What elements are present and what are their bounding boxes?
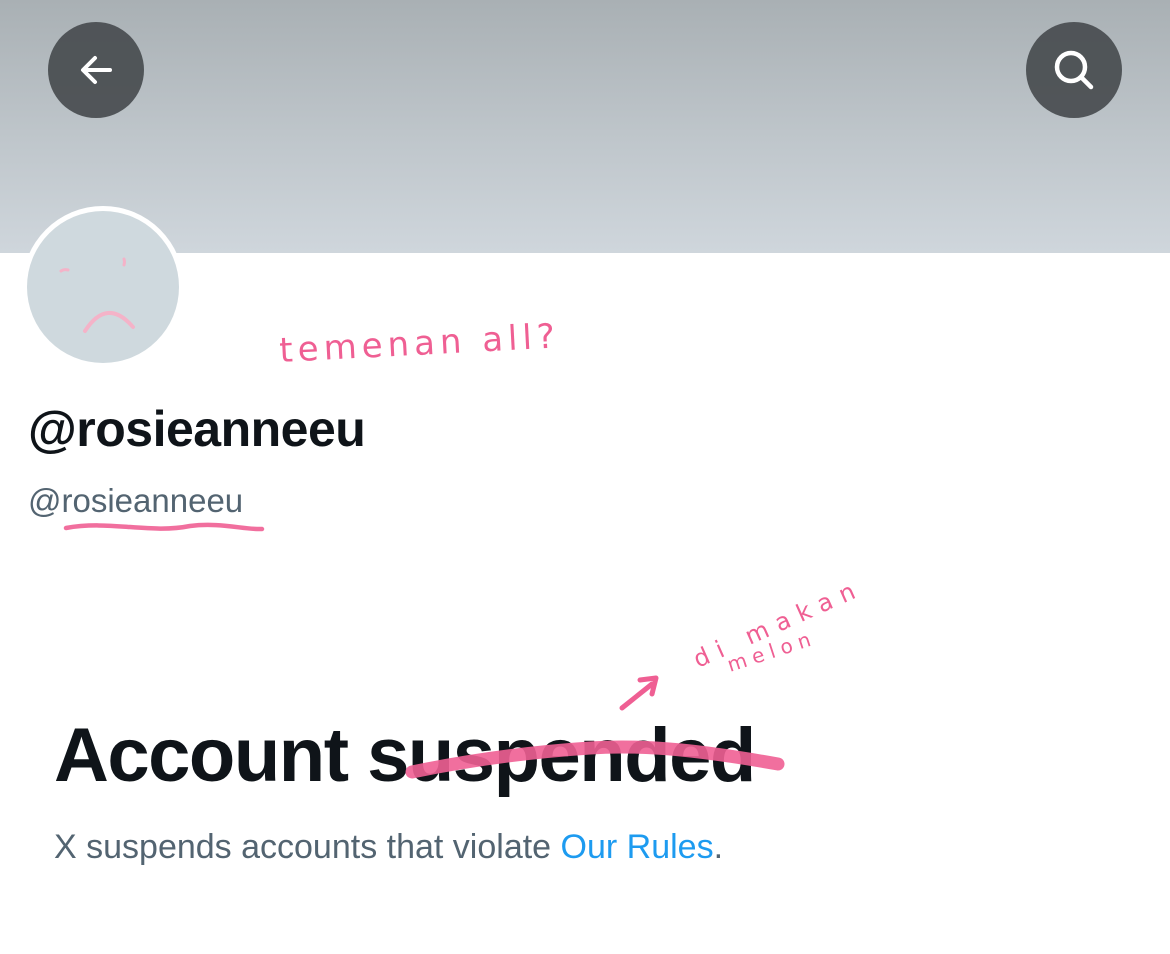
profile-page: @rosieanneeu @rosieanneeu Account suspen… — [0, 0, 1170, 954]
avatar[interactable] — [27, 211, 179, 363]
our-rules-link[interactable]: Our Rules — [561, 828, 714, 866]
profile-handle: @rosieanneeu — [28, 482, 244, 519]
suspended-title: Account suspended — [54, 713, 756, 798]
annotation-melon: melon — [724, 625, 819, 676]
search-button[interactable] — [1026, 22, 1122, 118]
profile-banner — [0, 0, 1170, 253]
profile-display-name: @rosieanneeu — [28, 401, 366, 457]
description-period: . — [713, 828, 724, 866]
avatar-frame — [22, 206, 184, 368]
annotation-di-makan: di makan — [689, 573, 868, 673]
search-icon — [1054, 50, 1094, 90]
underline-mark — [63, 522, 265, 532]
annotation-arrow — [619, 675, 659, 711]
sad-face-doodle — [59, 257, 135, 333]
arrow-left-icon — [81, 56, 112, 84]
back-button[interactable] — [48, 22, 144, 118]
annotation-temenan-all: temenan all? — [278, 316, 561, 371]
suspension-description: X suspends accounts that violate Our Rul… — [54, 828, 723, 867]
description-text: X suspends accounts that violate — [54, 828, 561, 866]
